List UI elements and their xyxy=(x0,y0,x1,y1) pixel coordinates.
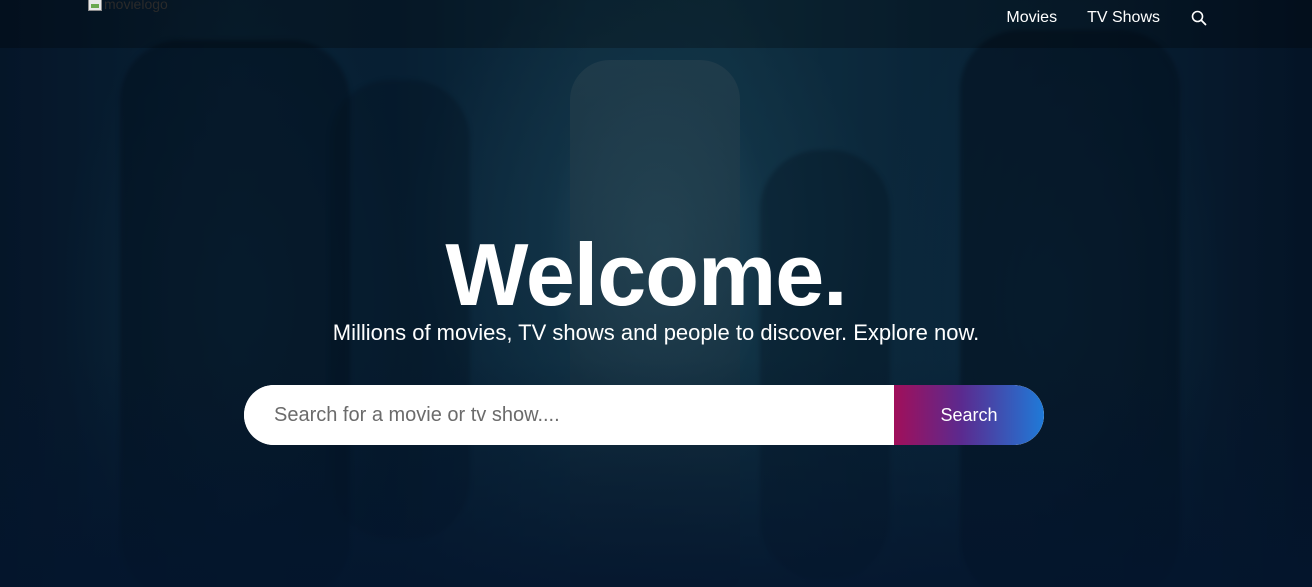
nav-item-movies[interactable]: Movies xyxy=(1006,9,1057,27)
search-button[interactable]: Search xyxy=(894,385,1044,445)
main-nav: Movies TV Shows xyxy=(1006,0,1208,36)
logo-alt-text: movielogo xyxy=(104,0,168,12)
hero-title: Welcome. xyxy=(445,225,847,324)
home-page: movielogo Movies TV Shows Welcome. Milli… xyxy=(0,0,1312,587)
hero-section: Welcome. Millions of movies, TV shows an… xyxy=(0,228,1312,346)
broken-image-icon xyxy=(88,0,102,11)
search-input[interactable] xyxy=(244,385,894,445)
search-bar: Search xyxy=(244,385,1044,445)
site-header: movielogo Movies TV Shows xyxy=(0,0,1312,48)
nav-item-tv-shows[interactable]: TV Shows xyxy=(1087,9,1160,27)
site-logo[interactable]: movielogo xyxy=(88,0,168,14)
search-icon[interactable] xyxy=(1190,9,1208,27)
